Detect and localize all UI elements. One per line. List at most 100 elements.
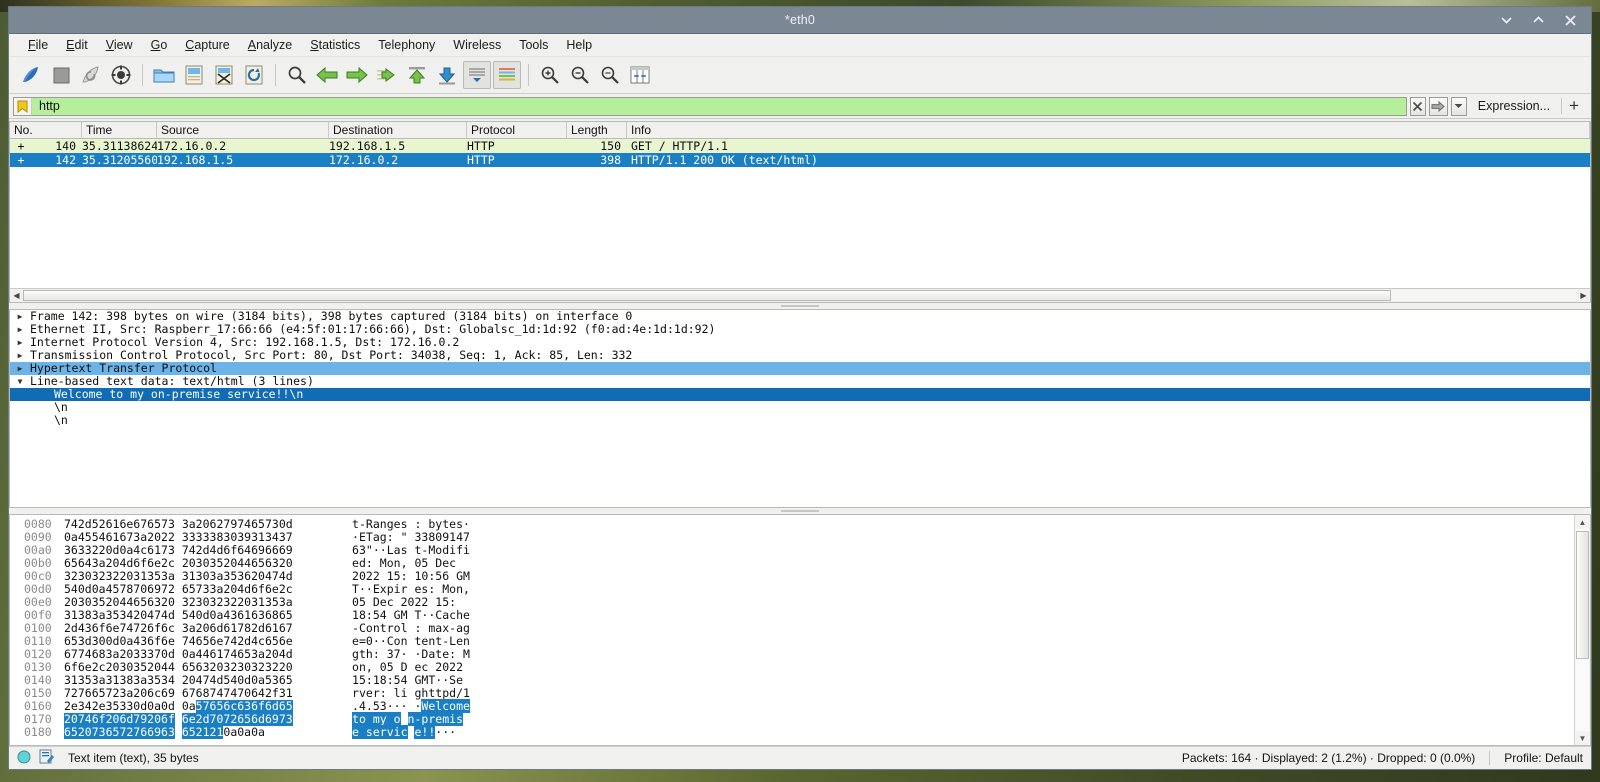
scroll-up-icon[interactable]: ▲ <box>1576 515 1589 529</box>
menu-help-label: Help <box>566 38 592 52</box>
detail-row[interactable]: \n <box>10 401 1590 414</box>
arrow-left-icon[interactable] <box>313 61 341 89</box>
menu-help[interactable]: Help <box>557 36 601 54</box>
arrow-down-icon[interactable] <box>433 61 461 89</box>
hex-vscrollbar[interactable]: ▲ ▼ <box>1574 515 1590 745</box>
arrow-up-icon[interactable] <box>403 61 431 89</box>
colorize-icon[interactable] <box>493 61 521 89</box>
row-expander[interactable]: + <box>10 139 32 153</box>
cell-time: 35.311386242 <box>82 139 157 153</box>
resize-columns-icon[interactable] <box>626 61 654 89</box>
maximize-icon[interactable] <box>1531 13 1545 27</box>
twisty-collapsed-icon[interactable]: ▶ <box>10 362 30 375</box>
detail-row-label: \n <box>30 414 68 427</box>
column-header-source[interactable]: Source <box>157 122 329 138</box>
minimize-icon[interactable] <box>1499 13 1513 27</box>
vscroll-thumb[interactable] <box>1576 531 1589 659</box>
menu-wireless-label: Wireless <box>453 38 501 52</box>
packet-detail-pane: ▶ Frame 142: 398 bytes on wire (3184 bit… <box>9 309 1591 508</box>
menu-wireless[interactable]: Wireless <box>444 36 510 54</box>
folder-icon[interactable] <box>150 61 178 89</box>
toolbar-separator-3 <box>528 64 529 86</box>
menu-telephony[interactable]: Telephony <box>369 36 444 54</box>
menu-statistics[interactable]: Statistics <box>301 36 369 54</box>
menu-go[interactable]: Go <box>142 36 177 54</box>
main-toolbar <box>9 57 1591 94</box>
detail-row[interactable]: ▶ Transmission Control Protocol, Src Por… <box>10 349 1590 362</box>
menu-view[interactable]: View <box>97 36 142 54</box>
toolbar-separator-2 <box>275 64 276 86</box>
status-profile[interactable]: Profile: Default <box>1504 751 1583 765</box>
scroll-down-icon[interactable]: ▼ <box>1576 731 1589 745</box>
scroll-left-icon[interactable]: ◀ <box>10 290 23 301</box>
save-icon[interactable] <box>180 61 208 89</box>
column-header-protocol[interactable]: Protocol <box>467 122 567 138</box>
hex-row[interactable]: 018065 20 73 65 72 76 69 63 65 21 21 0a … <box>10 726 1574 739</box>
table-row[interactable]: + 142 35.312055604 192.168.1.5 172.16.0.… <box>10 153 1590 167</box>
cell-destination: 172.16.0.2 <box>329 153 467 167</box>
zoom-in-icon[interactable] <box>536 61 564 89</box>
zoom-out-icon[interactable] <box>566 61 594 89</box>
twisty-collapsed-icon[interactable]: ▶ <box>10 310 30 323</box>
column-header-destination[interactable]: Destination <box>329 122 467 138</box>
bookmark-icon[interactable] <box>14 98 32 115</box>
add-filter-button[interactable]: + <box>1565 97 1587 116</box>
packet-list-rows: + 140 35.311386242 172.16.0.2 192.168.1.… <box>10 139 1590 288</box>
magnifier-icon[interactable] <box>283 61 311 89</box>
menu-capture[interactable]: Capture <box>176 36 238 54</box>
cell-protocol: HTTP <box>467 139 567 153</box>
column-header-time[interactable]: Time <box>82 122 157 138</box>
hscroll-thumb[interactable] <box>23 290 1391 301</box>
arrow-right-icon[interactable] <box>343 61 371 89</box>
clear-filter-button[interactable] <box>1410 97 1426 116</box>
menu-telephony-label: Telephony <box>378 38 435 52</box>
close-icon[interactable] <box>1563 13 1577 27</box>
hex-bytes: 65 20 73 65 72 76 69 63 65 21 21 0a 0a 0… <box>64 726 352 739</box>
table-row[interactable]: + 140 35.311386242 172.16.0.2 192.168.1.… <box>10 139 1590 153</box>
column-header-no[interactable]: No. <box>10 122 82 138</box>
cell-info: HTTP/1.1 200 OK (text/html) <box>627 153 1590 167</box>
vscroll-track[interactable] <box>1576 529 1589 731</box>
auto-scroll-icon[interactable] <box>463 61 491 89</box>
menu-statistics-rest: tatistics <box>319 38 361 52</box>
menu-analyze[interactable]: Analyze <box>239 36 301 54</box>
twisty-collapsed-icon[interactable]: ▶ <box>10 336 30 349</box>
shark-fin-icon[interactable] <box>17 61 45 89</box>
filter-expression-button[interactable]: Expression... <box>1470 99 1558 113</box>
hex-dump-pane: 008074 2d 52 61 6e 67 65 73 3a 20 62 79 … <box>9 514 1591 746</box>
cell-protocol: HTTP <box>467 153 567 167</box>
capture-file-properties-icon[interactable] <box>39 749 54 767</box>
detail-row-selected[interactable]: Welcome to my on-premise service!!\n <box>10 388 1590 401</box>
hscroll-track[interactable] <box>23 290 1577 301</box>
status-bar: Text item (text), 35 bytes Packets: 164 … <box>9 746 1591 769</box>
twisty-collapsed-icon[interactable]: ▶ <box>10 323 30 336</box>
go-to-packet-icon[interactable] <box>373 61 401 89</box>
status-separator <box>1489 751 1490 765</box>
window-controls <box>1499 13 1591 27</box>
menu-edit[interactable]: Edit <box>57 36 97 54</box>
scroll-right-icon[interactable]: ▶ <box>1577 290 1590 301</box>
restart-icon[interactable] <box>77 61 105 89</box>
status-right-group: Packets: 164 · Displayed: 2 (1.2%) · Dro… <box>1182 751 1583 765</box>
zoom-reset-icon[interactable] <box>596 61 624 89</box>
filter-dropdown-button[interactable] <box>1451 97 1467 116</box>
menu-file[interactable]: File <box>19 36 57 54</box>
twisty-collapsed-icon[interactable]: ▶ <box>10 349 30 362</box>
twisty-expanded-icon[interactable]: ▼ <box>10 375 30 388</box>
display-filter-input[interactable]: http <box>13 97 1407 116</box>
ready-circle-icon[interactable] <box>17 750 31 767</box>
stop-square-icon[interactable] <box>47 61 75 89</box>
menu-capture-rest: apture <box>194 38 229 52</box>
filter-separator <box>1561 98 1562 114</box>
column-header-length[interactable]: Length <box>567 122 627 138</box>
row-expander[interactable]: + <box>10 153 32 167</box>
column-header-info[interactable]: Info <box>627 122 1590 138</box>
packet-list-hscrollbar[interactable]: ◀ ▶ <box>10 288 1590 302</box>
detail-row[interactable]: \n <box>10 414 1590 427</box>
reload-icon[interactable] <box>240 61 268 89</box>
cell-destination: 192.168.1.5 <box>329 139 467 153</box>
apply-filter-button[interactable] <box>1429 97 1448 116</box>
menu-tools[interactable]: Tools <box>510 36 557 54</box>
close-file-icon[interactable] <box>210 61 238 89</box>
gear-icon[interactable] <box>107 61 135 89</box>
